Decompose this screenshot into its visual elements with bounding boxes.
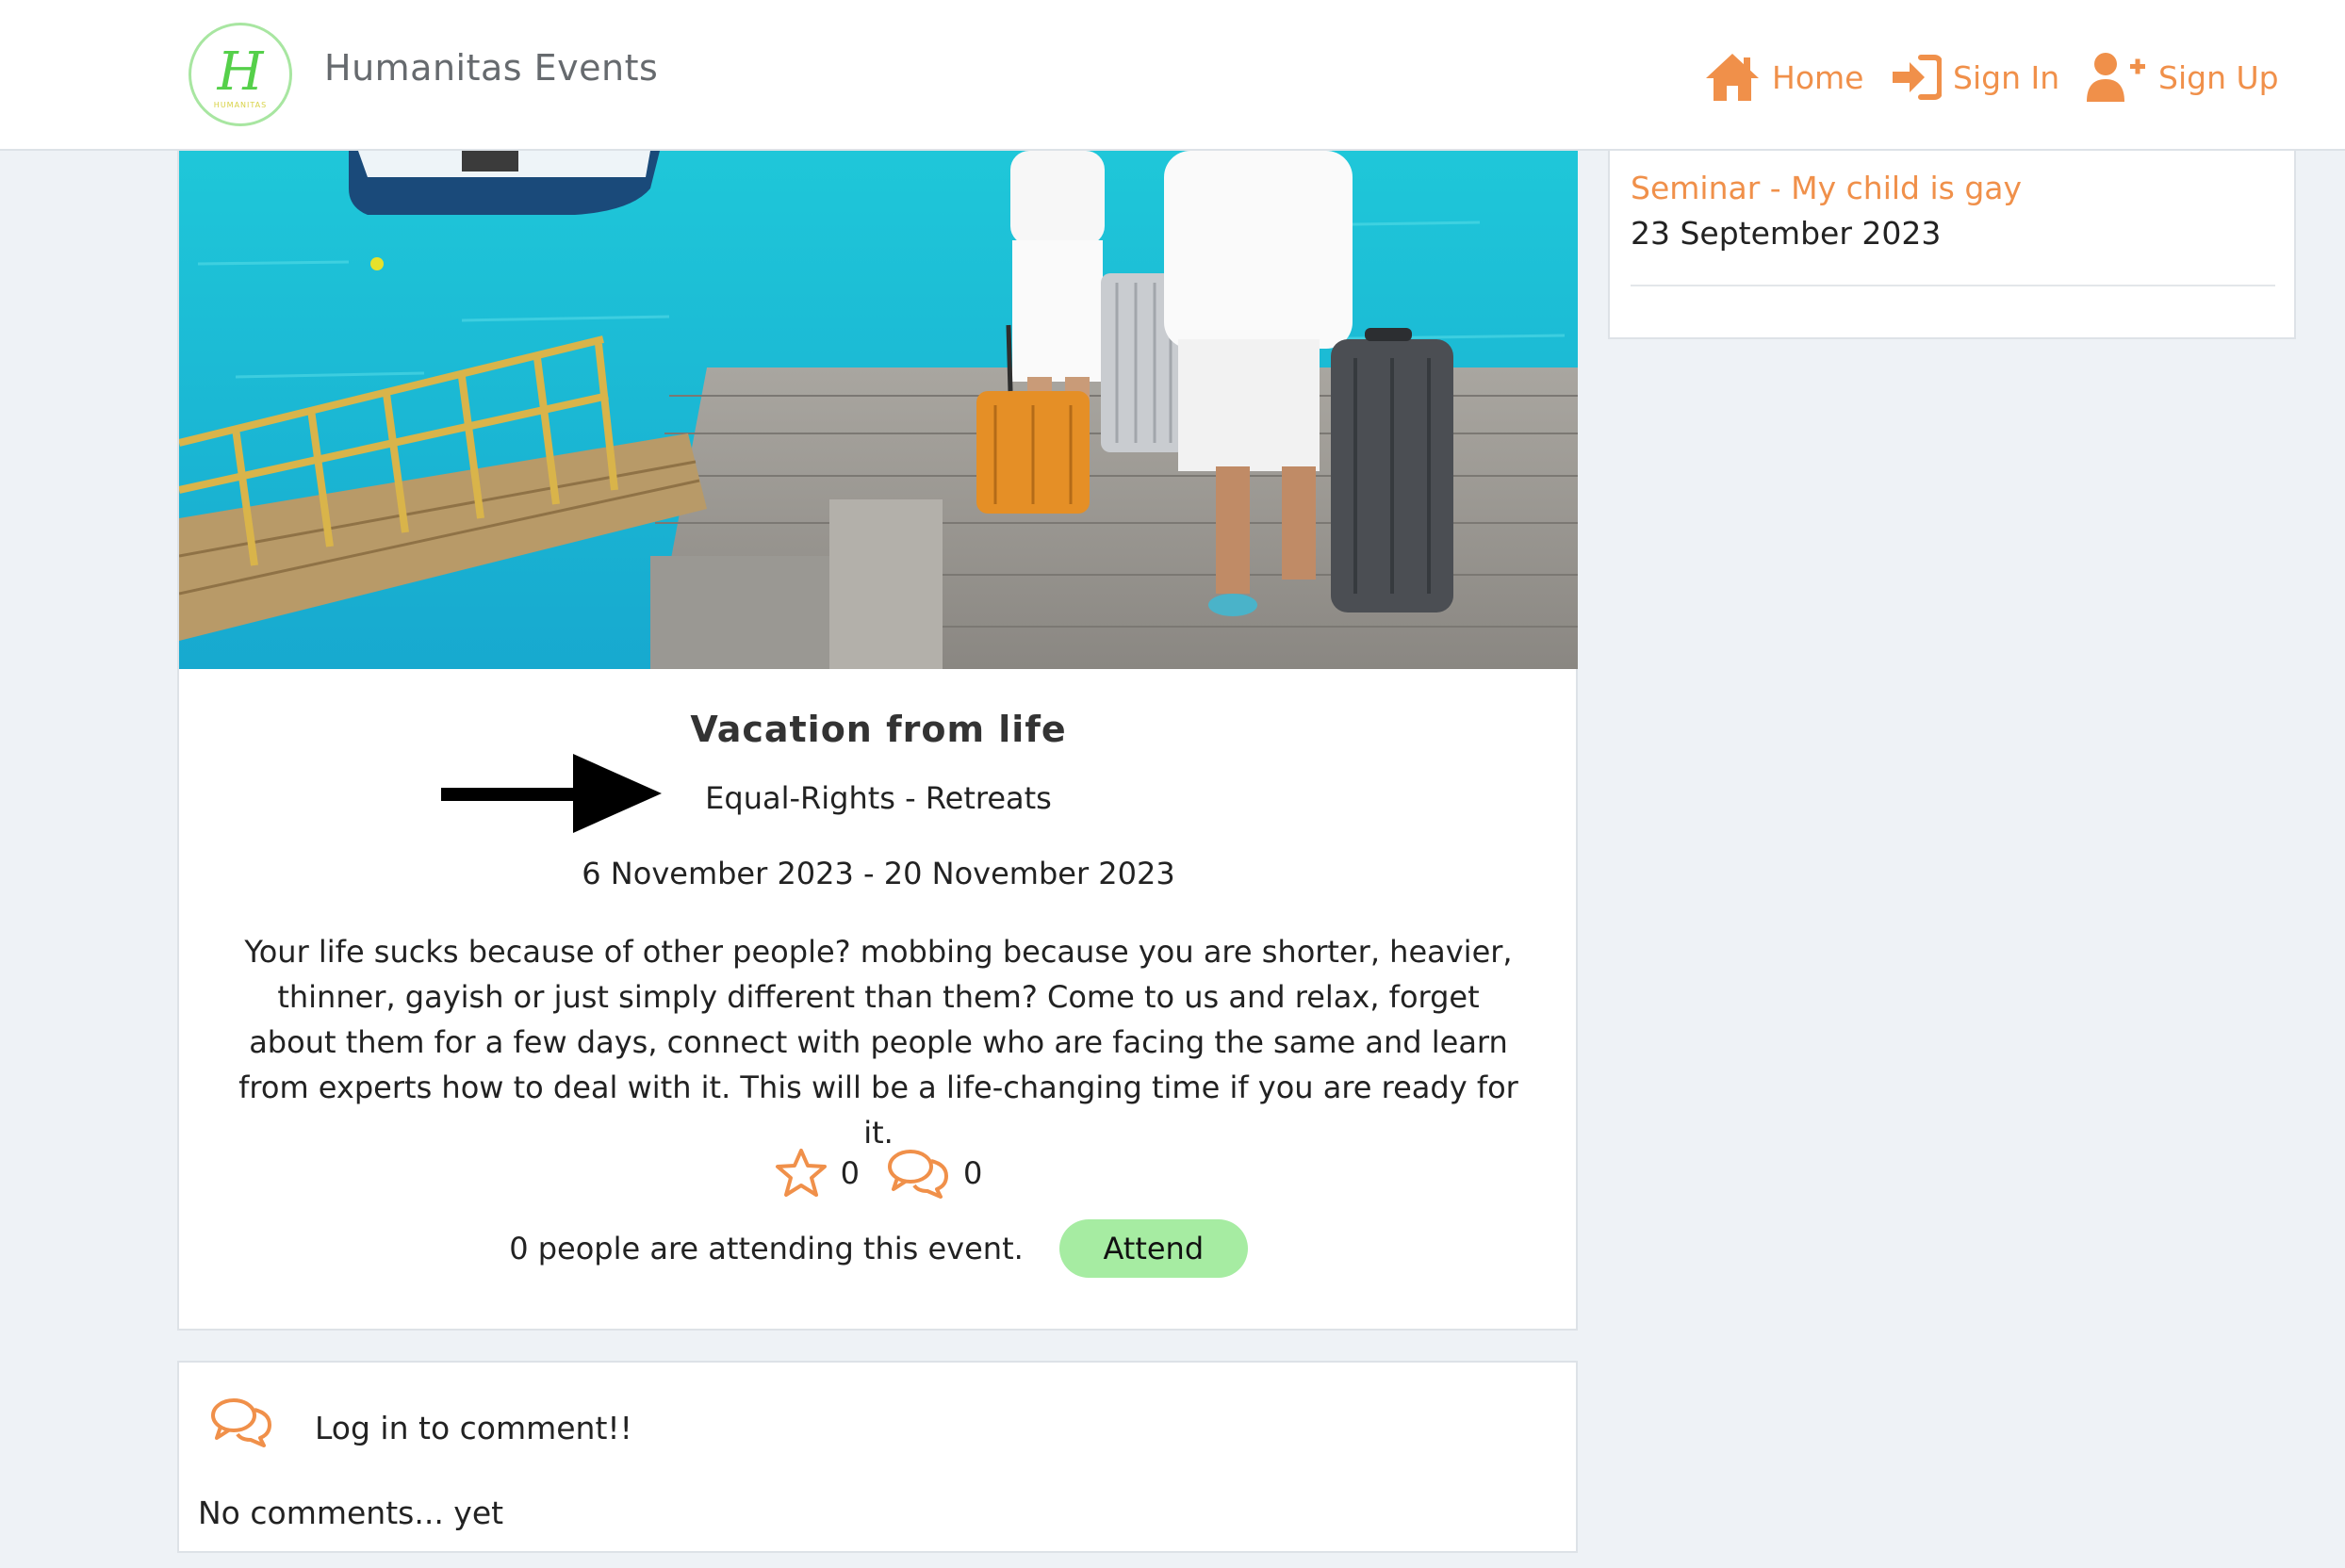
sidebar-events-card: Seminar - My child is gay 23 September 2… xyxy=(1608,151,2296,339)
user-plus-icon xyxy=(2087,53,2145,102)
event-card: Vacation from life Equal-Rights - Retrea… xyxy=(177,151,1578,1331)
event-description: Your life sucks because of other people?… xyxy=(238,934,1518,1151)
home-icon xyxy=(1706,54,1759,101)
sidebar-event-date: 23 September 2023 xyxy=(1631,215,1942,252)
comments-icon xyxy=(211,1398,271,1447)
brand-name[interactable]: Humanitas Events xyxy=(324,47,658,89)
attending-count-text: 0 people are attending this event. xyxy=(509,1231,1024,1266)
nav-home-label: Home xyxy=(1772,58,1864,96)
nav-signup-link[interactable]: Sign Up xyxy=(2085,47,2279,107)
favorites-stat[interactable]: 0 xyxy=(775,1148,860,1199)
event-title: Vacation from life xyxy=(690,709,1067,750)
attend-button[interactable]: Attend xyxy=(1058,1219,1248,1278)
nav-signin-label: Sign In xyxy=(1953,58,2060,96)
star-icon xyxy=(775,1149,827,1197)
favorites-count: 0 xyxy=(840,1155,860,1191)
brand-logo[interactable]: H HUMANITAS xyxy=(189,23,292,126)
event-categories[interactable]: Equal-Rights - Retreats xyxy=(179,780,1578,816)
nav-home-link[interactable]: Home xyxy=(1704,47,1863,107)
comments-card: Log in to comment!! No comments... yet xyxy=(177,1361,1578,1553)
login-to-comment-link[interactable]: Log in to comment!! xyxy=(315,1410,632,1446)
navbar: H HUMANITAS Humanitas Events Home Sign I… xyxy=(0,0,2345,151)
comments-icon xyxy=(888,1150,948,1199)
no-comments-text: No comments... yet xyxy=(198,1494,504,1531)
logo-letter: H xyxy=(217,41,264,103)
nav-signup-label: Sign Up xyxy=(2158,58,2279,96)
nav-signin-link[interactable]: Sign In xyxy=(1891,47,2059,107)
sidebar-divider xyxy=(1631,285,2275,286)
event-stats: 0 0 xyxy=(179,1148,1578,1199)
sidebar-event-link[interactable]: Seminar - My child is gay xyxy=(1631,170,2022,206)
event-dates: 6 November 2023 - 20 November 2023 xyxy=(582,856,1175,891)
attend-row: 0 people are attending this event. Atten… xyxy=(179,1219,1578,1278)
sign-in-icon xyxy=(1893,55,1942,100)
comments-count: 0 xyxy=(963,1155,983,1191)
comments-stat[interactable]: 0 xyxy=(886,1148,982,1199)
logo-word: HUMANITAS xyxy=(213,100,268,109)
event-hero-image xyxy=(179,151,1578,669)
